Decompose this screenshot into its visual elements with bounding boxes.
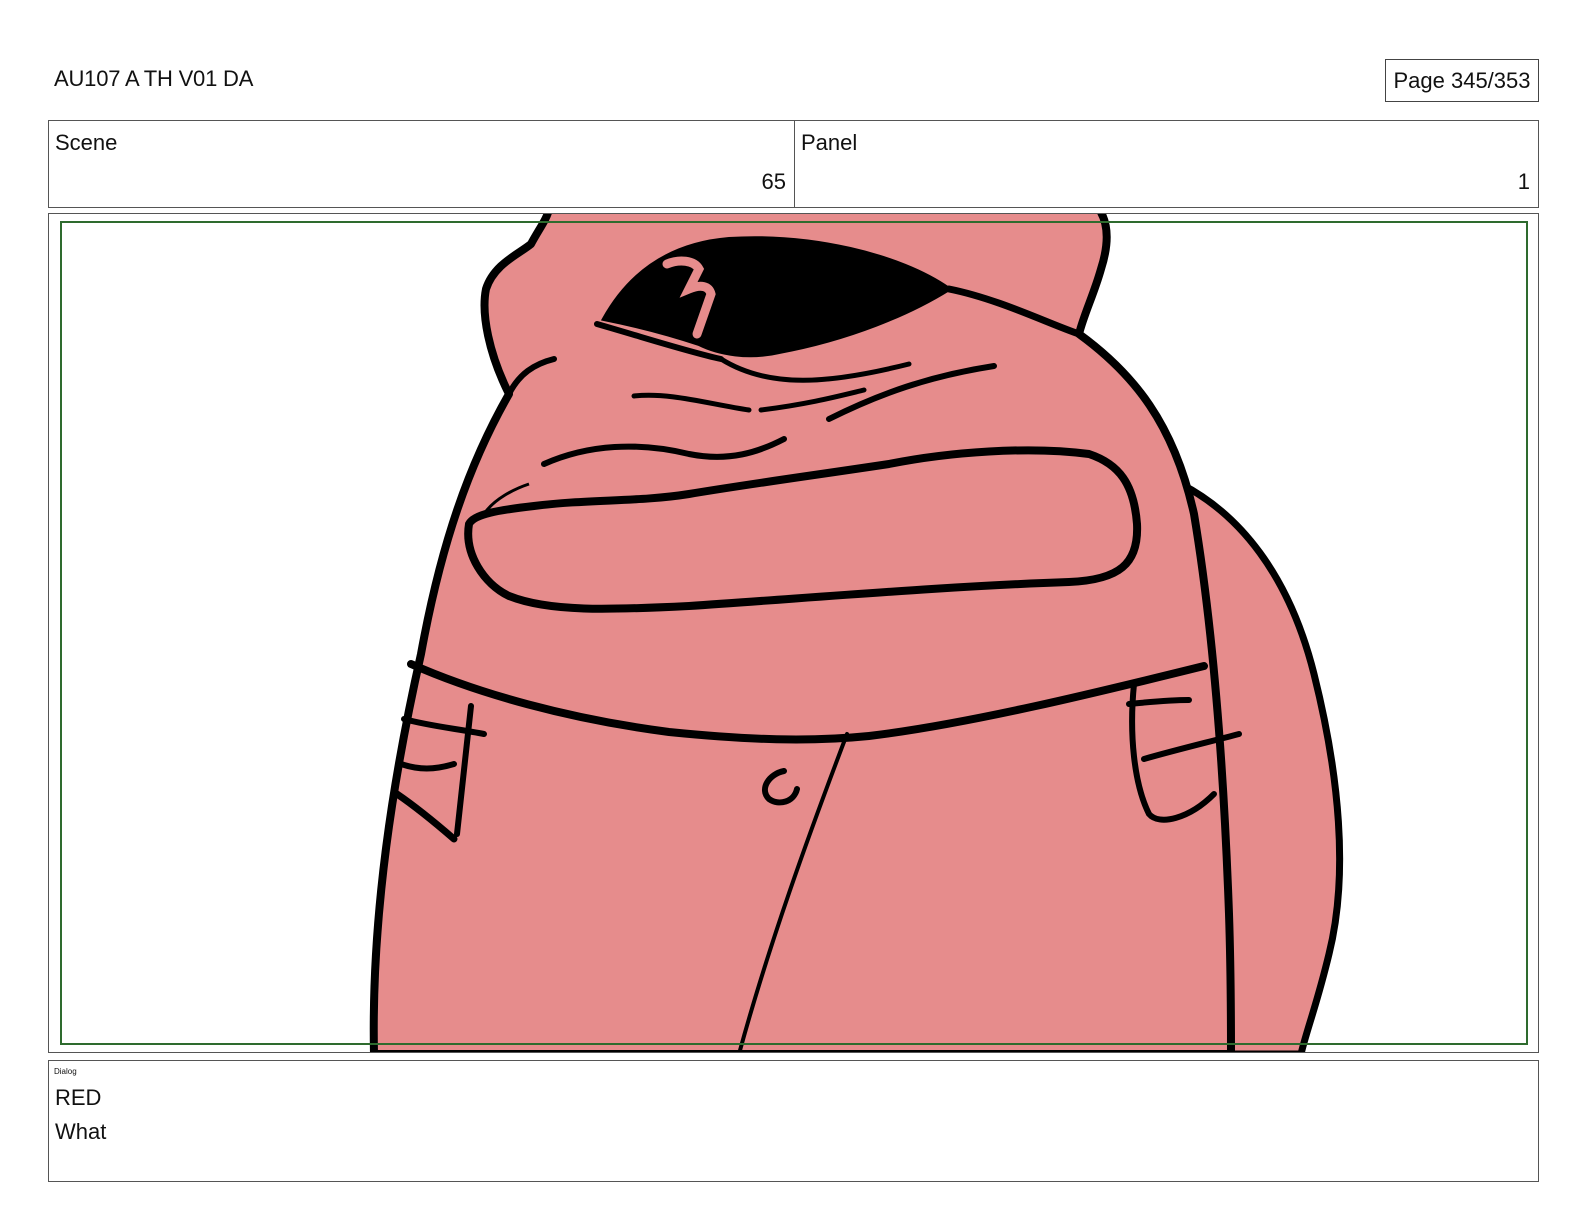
dialog-speaker: RED [55,1085,102,1110]
panel-number: 1 [1517,169,1530,194]
scene-panel-info: Scene 65 Panel 1 [48,120,1539,208]
dialog-box: Dialog RED What [48,1060,1539,1182]
page-number: Page 345/353 [1385,59,1539,102]
character-illustration [369,214,1344,1052]
scene-number: 65 [761,169,786,194]
document-title: AU107 A TH V01 DA [54,66,254,91]
dialog-line: What [55,1119,107,1144]
dialog-label: Dialog [54,1067,77,1076]
storyboard-frame [48,213,1539,1053]
scene-label: Scene [55,130,118,155]
scene-cell: Scene 65 [49,121,795,207]
panel-cell: Panel 1 [795,121,1538,207]
panel-label: Panel [801,130,858,155]
